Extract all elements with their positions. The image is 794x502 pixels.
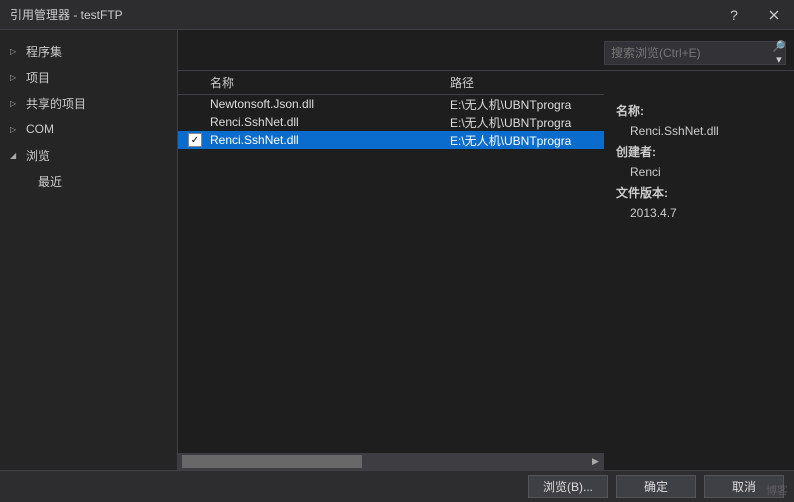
list-area: 名称 路径 Newtonsoft.Json.dll E:\无人机\UBNTpro… xyxy=(178,70,794,470)
help-button[interactable]: ? xyxy=(714,0,754,30)
column-name[interactable]: 名称 xyxy=(210,74,450,91)
row-path: E:\无人机\UBNTprogra xyxy=(450,132,604,149)
detail-name-label: 名称: xyxy=(616,101,782,121)
search-input[interactable] xyxy=(605,46,772,60)
sidebar-item-shared-projects[interactable]: 共享的项目 xyxy=(0,90,177,116)
column-headers: 名称 路径 xyxy=(178,71,604,95)
row-name: Newtonsoft.Json.dll xyxy=(210,97,450,111)
sidebar-item-label: 最近 xyxy=(38,173,62,190)
detail-name-value: Renci.SshNet.dll xyxy=(616,121,782,141)
scroll-right-icon[interactable]: ▶ xyxy=(587,453,604,470)
sidebar-item-assemblies[interactable]: 程序集 xyxy=(0,38,177,64)
titlebar: 引用管理器 - testFTP ? xyxy=(0,0,794,30)
row-name: Renci.SshNet.dll xyxy=(210,133,450,147)
browse-button[interactable]: 浏览(B)... xyxy=(528,475,608,498)
row-path: E:\无人机\UBNTprogra xyxy=(450,114,604,131)
sidebar-item-label: COM xyxy=(26,122,54,136)
chevron-down-icon xyxy=(10,150,22,161)
detail-creator-value: Renci xyxy=(616,162,782,182)
rows-container: Newtonsoft.Json.dll E:\无人机\UBNTprogra Re… xyxy=(178,95,604,453)
sidebar-item-com[interactable]: COM xyxy=(0,116,177,142)
search-box[interactable]: 🔎▾ xyxy=(604,41,786,65)
chevron-right-icon xyxy=(10,72,22,83)
top-row: 🔎▾ xyxy=(178,30,794,70)
scrollbar-thumb[interactable] xyxy=(182,455,362,468)
horizontal-scrollbar[interactable]: ◀ ▶ xyxy=(178,453,604,470)
sidebar-item-projects[interactable]: 项目 xyxy=(0,64,177,90)
sidebar-item-recent[interactable]: 最近 xyxy=(0,168,177,194)
list-item[interactable]: ✓ Renci.SshNet.dll E:\无人机\UBNTprogra xyxy=(178,131,604,149)
reference-list: 名称 路径 Newtonsoft.Json.dll E:\无人机\UBNTpro… xyxy=(178,70,604,470)
main-panel: 🔎▾ 名称 路径 Newtonsoft.Json.dll E:\无人机\UBNT… xyxy=(178,30,794,470)
sidebar-item-label: 项目 xyxy=(26,69,50,86)
category-sidebar: 程序集 项目 共享的项目 COM 浏览 最近 xyxy=(0,30,178,470)
search-wrapper: 🔎▾ xyxy=(604,30,794,70)
close-button[interactable] xyxy=(754,0,794,30)
content-area: 程序集 项目 共享的项目 COM 浏览 最近 🔎▾ xyxy=(0,30,794,470)
row-name: Renci.SshNet.dll xyxy=(210,115,450,129)
ok-button[interactable]: 确定 xyxy=(616,475,696,498)
row-path: E:\无人机\UBNTprogra xyxy=(450,96,604,113)
detail-panel: 名称: Renci.SshNet.dll 创建者: Renci 文件版本: 20… xyxy=(604,70,794,470)
search-icon[interactable]: 🔎▾ xyxy=(772,40,786,66)
chevron-right-icon xyxy=(10,124,22,135)
chevron-right-icon xyxy=(10,46,22,57)
close-icon xyxy=(769,10,779,20)
detail-creator-label: 创建者: xyxy=(616,142,782,162)
detail-version-value: 2013.4.7 xyxy=(616,203,782,223)
column-path[interactable]: 路径 xyxy=(450,74,604,91)
sidebar-item-label: 浏览 xyxy=(26,147,50,164)
cancel-button[interactable]: 取消 xyxy=(704,475,784,498)
footer-buttons: 浏览(B)... 确定 取消 xyxy=(0,470,794,502)
checkbox-icon[interactable]: ✓ xyxy=(188,133,202,147)
sidebar-item-browse[interactable]: 浏览 xyxy=(0,142,177,168)
sidebar-item-label: 程序集 xyxy=(26,43,62,60)
sidebar-item-label: 共享的项目 xyxy=(26,95,86,112)
list-item[interactable]: Renci.SshNet.dll E:\无人机\UBNTprogra xyxy=(178,113,604,131)
detail-version-label: 文件版本: xyxy=(616,183,782,203)
window-title: 引用管理器 - testFTP xyxy=(10,6,714,23)
chevron-right-icon xyxy=(10,98,22,109)
list-item[interactable]: Newtonsoft.Json.dll E:\无人机\UBNTprogra xyxy=(178,95,604,113)
